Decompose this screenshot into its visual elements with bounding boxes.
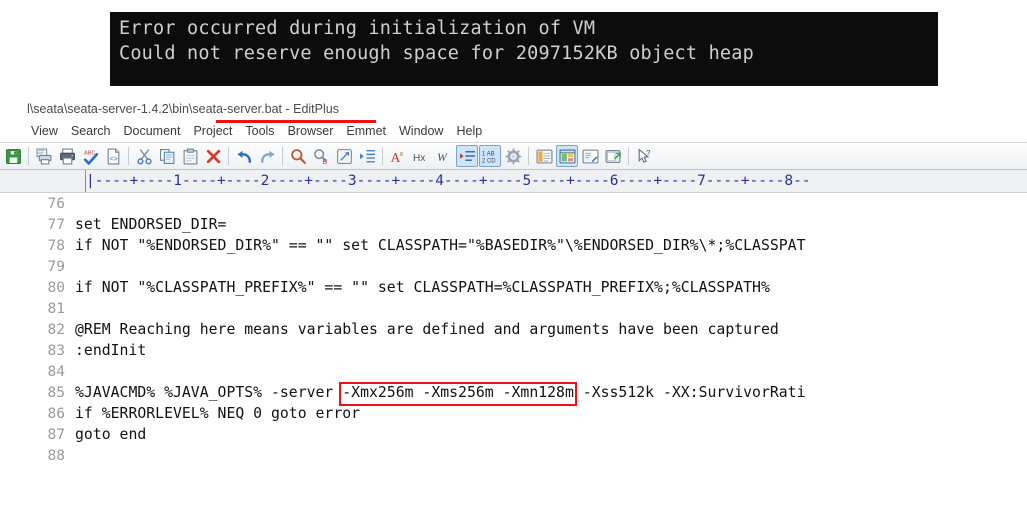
- column-ruler: |----+----1----+----2----+----3----+----…: [0, 170, 1027, 193]
- code-line-text[interactable]: if %ERRORLEVEL% NEQ 0 goto error: [75, 405, 1027, 422]
- code-line[interactable]: 76: [0, 193, 1027, 214]
- code-line-text[interactable]: goto end: [75, 426, 1027, 443]
- menu-underline-annotation: [216, 120, 376, 123]
- font-icon[interactable]: A a: [387, 145, 409, 167]
- code-editor[interactable]: 76 77 set ENDORSED_DIR= 78 if NOT "%ENDORSED…: [0, 193, 1027, 511]
- help-pointer-icon[interactable]: ?: [633, 145, 655, 167]
- line-number: 79: [47, 258, 65, 275]
- code-line[interactable]: 77 set ENDORSED_DIR=: [0, 214, 1027, 235]
- code-line[interactable]: 82 @REM Reaching here means variables are…: [0, 319, 1027, 340]
- editplus-window: l\seata\seata-server-1.4.2\bin\seata-ser…: [0, 98, 1027, 511]
- line-number: 82: [47, 321, 65, 338]
- line-number: 83: [47, 342, 65, 359]
- find-icon[interactable]: [287, 145, 309, 167]
- code-line[interactable]: 81: [0, 298, 1027, 319]
- console-line: Could not reserve enough space for 20971…: [119, 43, 754, 64]
- code-line[interactable]: 79: [0, 256, 1027, 277]
- menu-item-project[interactable]: Project: [193, 124, 232, 138]
- toolbar-separator: [28, 147, 29, 165]
- toolbar-separator: [628, 147, 629, 165]
- word-wrap-icon[interactable]: W: [433, 145, 455, 167]
- print-preview-icon[interactable]: [33, 145, 55, 167]
- hex-viewer-icon[interactable]: Hx: [410, 145, 432, 167]
- clip-library-icon[interactable]: [579, 145, 601, 167]
- line-number: 88: [47, 447, 65, 464]
- line-number: 84: [47, 363, 65, 380]
- menu-item-emmet[interactable]: Emmet: [346, 124, 386, 138]
- svg-text:ABC: ABC: [84, 150, 95, 156]
- menu-item-view[interactable]: View: [31, 124, 58, 138]
- code-line-text[interactable]: if NOT "%ENDORSED_DIR%" == "" set CLASSP…: [75, 237, 1027, 254]
- copy-icon[interactable]: [156, 145, 178, 167]
- code-line[interactable]: 85 %JAVACMD% %JAVA_OPTS% -server -Xmx256m…: [0, 382, 1027, 403]
- svg-text:B: B: [322, 158, 327, 164]
- titlebar: l\seata\seata-server-1.4.2\bin\seata-ser…: [0, 98, 1027, 120]
- menu-item-search[interactable]: Search: [71, 124, 111, 138]
- spell-check-icon[interactable]: ABC: [79, 145, 101, 167]
- code-line-text[interactable]: if NOT "%CLASSPATH_PREFIX%" == "" set CL…: [75, 279, 1027, 296]
- code-line[interactable]: 88: [0, 445, 1027, 466]
- preferences-icon[interactable]: [502, 145, 524, 167]
- code-line[interactable]: 86 if %ERRORLEVEL% NEQ 0 goto error: [0, 403, 1027, 424]
- line-number: 85: [47, 384, 65, 401]
- print-icon[interactable]: [56, 145, 78, 167]
- cut-icon[interactable]: [133, 145, 155, 167]
- redo-icon[interactable]: [256, 145, 278, 167]
- code-line[interactable]: 80 if NOT "%CLASSPATH_PREFIX%" == "" set …: [0, 277, 1027, 298]
- menu-item-tools[interactable]: Tools: [245, 124, 274, 138]
- document-selector-icon[interactable]: [533, 145, 555, 167]
- code-line[interactable]: 83 :endInit: [0, 340, 1027, 361]
- goto-icon[interactable]: [333, 145, 355, 167]
- code-line[interactable]: 84: [0, 361, 1027, 382]
- toolbar-separator: [282, 147, 283, 165]
- save-icon[interactable]: [2, 145, 24, 167]
- svg-text:Hx: Hx: [413, 152, 425, 163]
- menu-item-help[interactable]: Help: [456, 124, 482, 138]
- output-window-icon[interactable]: [602, 145, 624, 167]
- delete-icon[interactable]: [202, 145, 224, 167]
- toolbar-separator: [528, 147, 529, 165]
- line-number: 78: [47, 237, 65, 254]
- line-numbers-icon[interactable]: 1 AB 2 CD: [479, 145, 501, 167]
- code-line[interactable]: 87 goto end: [0, 424, 1027, 445]
- line-number: 81: [47, 300, 65, 317]
- line-number: 76: [47, 195, 65, 212]
- directory-window-icon[interactable]: [556, 145, 578, 167]
- menubar: View Search Document Project Tools Brows…: [0, 120, 1027, 142]
- code-line-text[interactable]: @REM Reaching here means variables are d…: [75, 321, 1027, 338]
- line-number: 80: [47, 279, 65, 296]
- menu-item-window[interactable]: Window: [399, 124, 443, 138]
- replace-icon[interactable]: B: [310, 145, 332, 167]
- window-title: l\seata\seata-server-1.4.2\bin\seata-ser…: [27, 102, 339, 116]
- toolbar-separator: [382, 147, 383, 165]
- toolbar: ABC <> B A a Hx W 1 AB 2 CD ?: [0, 142, 1027, 170]
- line-number: 77: [47, 216, 65, 233]
- svg-text:2 CD: 2 CD: [482, 158, 496, 164]
- paste-icon[interactable]: [179, 145, 201, 167]
- toolbar-separator: [128, 147, 129, 165]
- menu-item-document[interactable]: Document: [123, 124, 180, 138]
- undo-icon[interactable]: [233, 145, 255, 167]
- svg-text:<>: <>: [109, 153, 118, 162]
- show-whitespace-icon[interactable]: [456, 145, 478, 167]
- code-line[interactable]: 78 if NOT "%ENDORSED_DIR%" == "" set CLAS…: [0, 235, 1027, 256]
- line-number: 86: [47, 405, 65, 422]
- svg-text:a: a: [399, 148, 403, 157]
- ruler-scale: |----+----1----+----2----+----3----+----…: [86, 173, 811, 189]
- line-number: 87: [47, 426, 65, 443]
- toolbar-separator: [228, 147, 229, 165]
- code-line-text[interactable]: set ENDORSED_DIR=: [75, 216, 1027, 233]
- indent-icon[interactable]: [356, 145, 378, 167]
- console-line: Error occurred during initialization of …: [119, 18, 596, 39]
- ruler-gutter: [0, 170, 86, 192]
- jvm-error-console: Error occurred during initialization of …: [110, 12, 938, 86]
- menu-item-browser[interactable]: Browser: [288, 124, 334, 138]
- svg-text:1 AB: 1 AB: [482, 151, 495, 157]
- svg-text:W: W: [437, 150, 448, 163]
- svg-text:?: ?: [646, 148, 650, 157]
- code-line-text[interactable]: %JAVACMD% %JAVA_OPTS% -server -Xmx256m -…: [75, 384, 1027, 401]
- code-line-text[interactable]: :endInit: [75, 342, 1027, 359]
- view-source-icon[interactable]: <>: [102, 145, 124, 167]
